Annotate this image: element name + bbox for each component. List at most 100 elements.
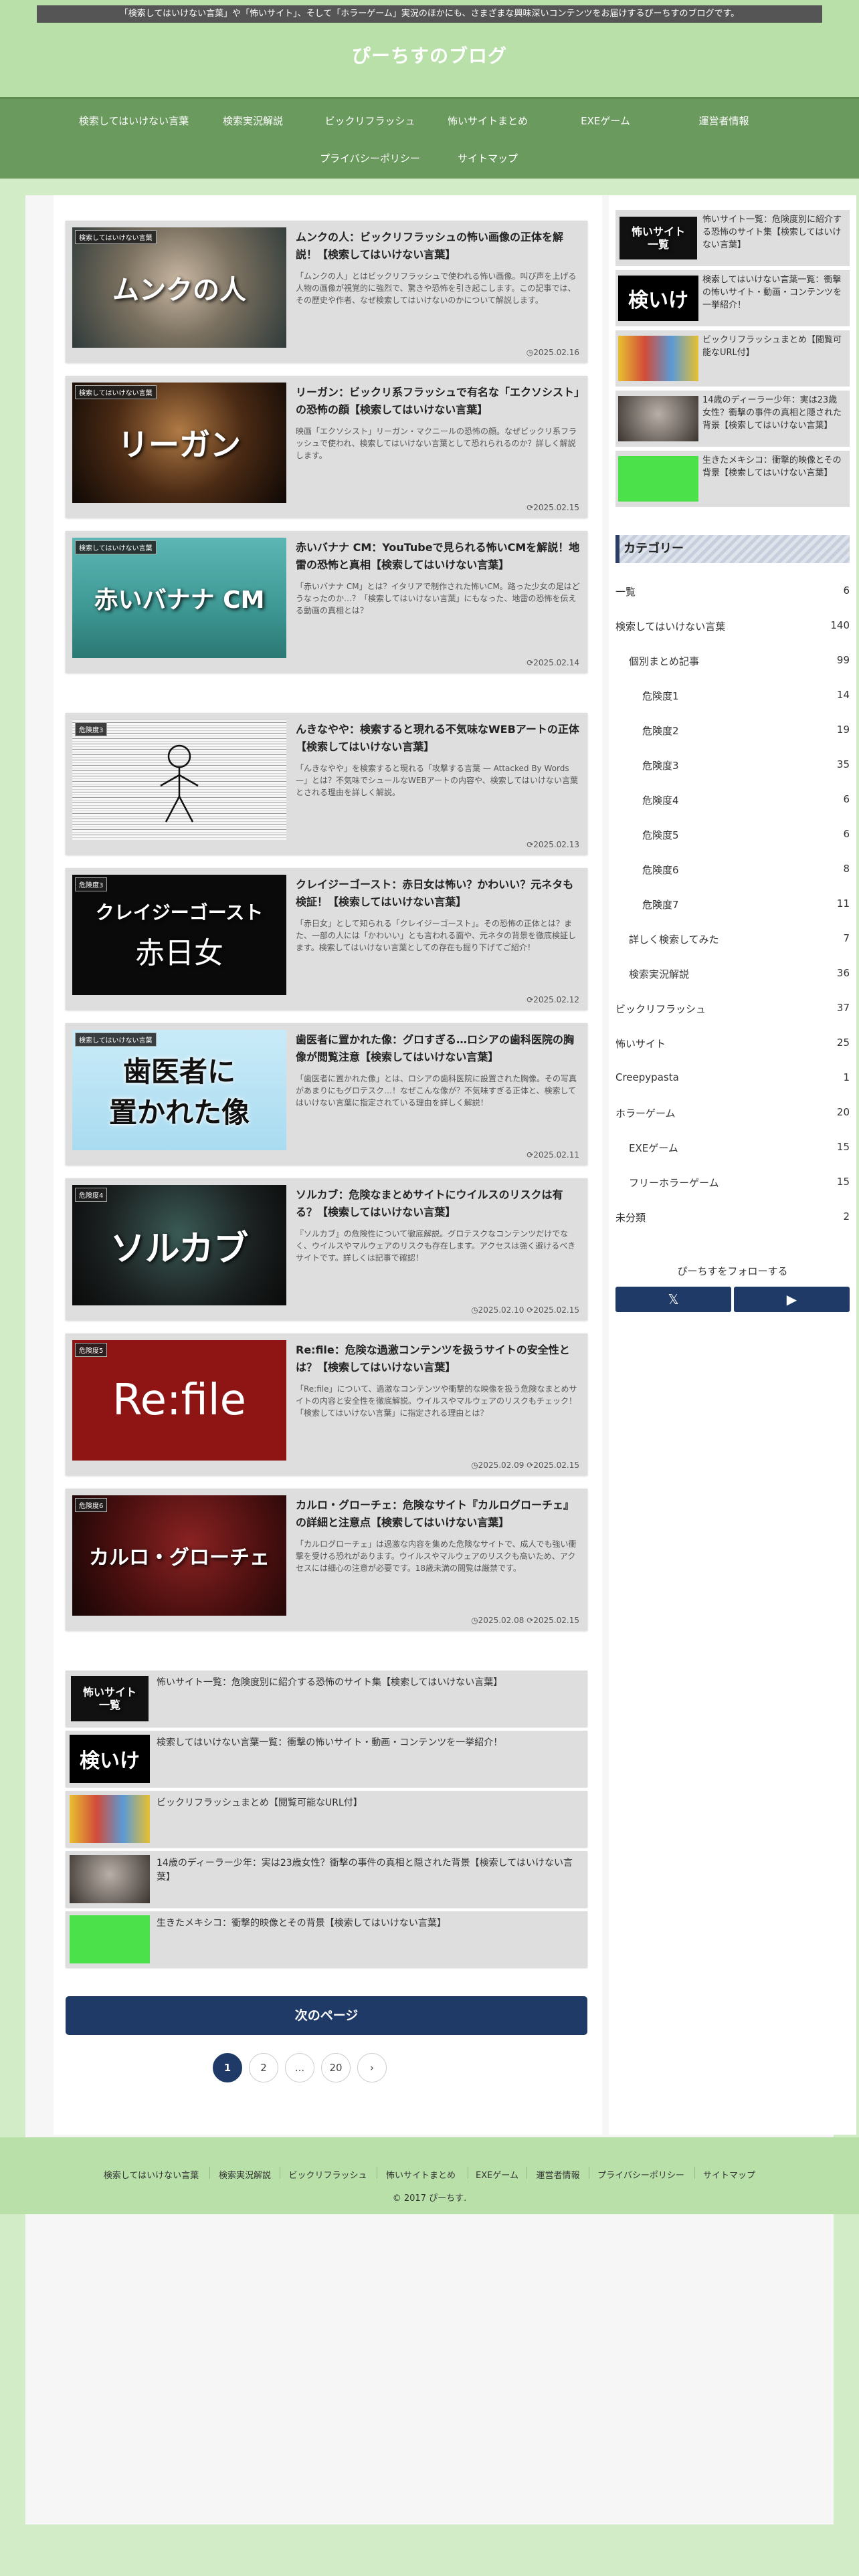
nav-item-exe-game[interactable]: EXEゲーム: [581, 114, 630, 128]
page-link-current[interactable]: 1: [213, 2053, 242, 2082]
post-thumbnail[interactable]: 検索してはいけない言葉 赤いバナナ CM: [72, 538, 286, 658]
post-thumbnail[interactable]: 検索してはいけない言葉 ムンクの人: [72, 227, 286, 348]
category-item[interactable]: 検索してはいけない言葉 140: [615, 619, 850, 637]
post-title[interactable]: 赤いバナナ CM：YouTubeで見られる怖いCMを解説！地雷の恐怖と真相【検索…: [296, 539, 580, 573]
category-item[interactable]: EXEゲーム 15: [629, 1141, 850, 1158]
related-title[interactable]: 怖いサイト一覧：危険度別に紹介する恐怖のサイト集【検索してはいけない言葉】: [157, 1676, 578, 1690]
site-title[interactable]: ぴーちすのブログ: [0, 41, 859, 68]
footer-link-kensaku[interactable]: 検索してはいけない言葉: [104, 2168, 199, 2181]
category-item[interactable]: 危険度2 19: [642, 724, 850, 741]
post-title[interactable]: 歯医者に置かれた像：グロすぎる…ロシアの歯科医院の胸像が閲覧注意【検索してはいけ…: [296, 1031, 580, 1065]
related-item[interactable]: 怖いサイト一覧 怖いサイト一覧：危険度別に紹介する恐怖のサイト集【検索してはいけ…: [66, 1671, 587, 1727]
post-title[interactable]: ムンクの人：ビックリフラッシュの怖い画像の正体を解説！【検索してはいけない言葉】: [296, 229, 580, 263]
category-item[interactable]: 未分類 2: [615, 1210, 850, 1228]
page-next-arrow[interactable]: ›: [357, 2053, 387, 2082]
nav-item-privacy[interactable]: プライバシーポリシー: [320, 151, 420, 165]
footer-link-jikkyo[interactable]: 検索実況解説: [219, 2168, 271, 2181]
category-item[interactable]: 危険度5 6: [642, 828, 850, 845]
category-item[interactable]: 検索実況解説 36: [629, 967, 850, 984]
sidebar-related-item[interactable]: 怖いサイト一覧 怖いサイト一覧：危険度別に紹介する恐怖のサイト集【検索してはいけ…: [615, 210, 850, 266]
related-thumbnail[interactable]: 怖いサイト一覧: [70, 1675, 150, 1723]
post-title[interactable]: リーガン：ビックリ系フラッシュで有名な「エクソシスト」の恐怖の顔【検索してはいけ…: [296, 384, 580, 418]
nav-item-jikkyo[interactable]: 検索実況解説: [223, 114, 283, 128]
sidebar-related-thumbnail[interactable]: [618, 396, 698, 441]
category-item[interactable]: 危険度1 14: [642, 689, 850, 706]
x-follow-button[interactable]: 𝕏: [615, 1287, 731, 1312]
category-item[interactable]: フリーホラーゲーム 15: [629, 1176, 850, 1193]
related-item[interactable]: 14歳のディーラー少年：実は23歳女性？衝撃の事件の真相と隠された背景【検索して…: [66, 1851, 587, 1907]
post-title[interactable]: Re:file：危険な過激コンテンツを扱うサイトの安全性とは？【検索してはいけな…: [296, 1341, 580, 1376]
footer-link-sitemap[interactable]: サイトマップ: [703, 2168, 755, 2181]
category-item[interactable]: 一覧 6: [615, 584, 850, 602]
nav-item-kowai-sites[interactable]: 怖いサイトまとめ: [448, 114, 528, 128]
category-tag[interactable]: 危険度4: [75, 1188, 108, 1202]
post-card[interactable]: 危険度3 んきなやや：検索すると現れる不気味なWEBアートの正体【検索してはいけ…: [66, 713, 587, 855]
nav-item-sitemap[interactable]: サイトマップ: [458, 151, 518, 165]
related-thumbnail[interactable]: [70, 1795, 150, 1843]
footer-link-about[interactable]: 運営者情報: [536, 2168, 579, 2181]
related-thumbnail[interactable]: [70, 1915, 150, 1963]
category-tag[interactable]: 危険度3: [75, 722, 108, 736]
sidebar-related-item[interactable]: 検いけ 検索してはいけない言葉一覧：衝撃の怖いサイト・動画・コンテンツを一挙紹介…: [615, 270, 850, 326]
post-thumbnail[interactable]: 検索してはいけない言葉 歯医者に 置かれた像: [72, 1030, 286, 1150]
sidebar-related-thumbnail[interactable]: [618, 456, 698, 502]
nav-item-about[interactable]: 運営者情報: [698, 114, 749, 128]
post-card[interactable]: 検索してはいけない言葉 ムンクの人 ムンクの人：ビックリフラッシュの怖い画像の正…: [66, 221, 587, 362]
category-item[interactable]: 危険度3 35: [642, 758, 850, 776]
post-thumbnail[interactable]: 危険度3 クレイジーゴースト 赤日女: [72, 875, 286, 995]
related-title[interactable]: 検索してはいけない言葉一覧：衝撃の怖いサイト・動画・コンテンツを一挙紹介！: [157, 1736, 578, 1750]
youtube-follow-button[interactable]: ▶: [734, 1287, 850, 1312]
category-tag[interactable]: 検索してはいけない言葉: [75, 230, 157, 244]
post-thumbnail[interactable]: 危険度5 Re:file: [72, 1340, 286, 1461]
related-thumbnail[interactable]: [70, 1855, 150, 1903]
post-card[interactable]: 危険度6 カルロ・グローチェ カルロ・グローチェ：危険なサイト『カルログローチェ…: [66, 1489, 587, 1630]
category-item[interactable]: 個別まとめ記事 99: [629, 654, 850, 671]
category-tag[interactable]: 検索してはいけない言葉: [75, 540, 157, 554]
category-item[interactable]: Creepypasta 1: [615, 1071, 850, 1089]
sidebar-related-title[interactable]: 怖いサイト一覧：危険度別に紹介する恐怖のサイト集【検索してはいけない言葉】: [702, 214, 846, 252]
category-item[interactable]: 怖いサイト 25: [615, 1037, 850, 1054]
category-tag[interactable]: 検索してはいけない言葉: [75, 1033, 157, 1047]
post-card[interactable]: 検索してはいけない言葉 歯医者に 置かれた像 歯医者に置かれた像：グロすぎる…ロ…: [66, 1023, 587, 1165]
category-item[interactable]: 危険度6 8: [642, 863, 850, 880]
footer-link-flash[interactable]: ビックリフラッシュ: [288, 2168, 367, 2181]
post-thumbnail[interactable]: 危険度6 カルロ・グローチェ: [72, 1495, 286, 1616]
page-link-last[interactable]: 20: [321, 2053, 351, 2082]
post-title[interactable]: クレイジーゴースト：赤日女は怖い？かわいい？元ネタも検証！【検索してはいけない言…: [296, 876, 580, 910]
related-title[interactable]: ビックリフラッシュまとめ【閲覧可能なURL付】: [157, 1796, 578, 1810]
sidebar-related-title[interactable]: 生きたメキシコ：衝撃的映像とその背景【検索してはいけない言葉】: [702, 455, 846, 480]
post-title[interactable]: カルロ・グローチェ：危険なサイト『カルログローチェ』の詳細と注意点【検索してはい…: [296, 1497, 580, 1531]
sidebar-related-item[interactable]: ビックリフラッシュまとめ【閲覧可能なURL付】: [615, 330, 850, 387]
sidebar-related-title[interactable]: ビックリフラッシュまとめ【閲覧可能なURL付】: [702, 334, 846, 360]
post-title[interactable]: んきなやや：検索すると現れる不気味なWEBアートの正体【検索してはいけない言葉】: [296, 721, 580, 755]
category-tag[interactable]: 危険度3: [75, 877, 108, 891]
category-item[interactable]: 危険度7 11: [642, 897, 850, 915]
category-tag[interactable]: 検索してはいけない言葉: [75, 385, 157, 399]
related-title[interactable]: 生きたメキシコ：衝撃的映像とその背景【検索してはいけない言葉】: [157, 1917, 578, 1931]
sidebar-related-item[interactable]: 14歳のディーラー少年：実は23歳女性？衝撃の事件の真相と隠された背景【検索して…: [615, 391, 850, 447]
category-tag[interactable]: 危険度6: [75, 1498, 108, 1512]
category-item[interactable]: ビックリフラッシュ 37: [615, 1002, 850, 1019]
sidebar-related-item[interactable]: 生きたメキシコ：衝撃的映像とその背景【検索してはいけない言葉】: [615, 451, 850, 507]
category-item[interactable]: 詳しく検索してみた 7: [629, 932, 850, 950]
post-thumbnail[interactable]: 危険度4 ソルカブ: [72, 1185, 286, 1305]
post-card[interactable]: 危険度4 ソルカブ ソルカブ：危険なまとめサイトにウイルスのリスクは有る？【検索…: [66, 1178, 587, 1320]
related-item[interactable]: ビックリフラッシュまとめ【閲覧可能なURL付】: [66, 1791, 587, 1847]
related-thumbnail[interactable]: 検いけ: [70, 1735, 150, 1783]
post-card[interactable]: 検索してはいけない言葉 赤いバナナ CM 赤いバナナ CM：YouTubeで見ら…: [66, 531, 587, 673]
post-card[interactable]: 危険度3 クレイジーゴースト 赤日女 クレイジーゴースト：赤日女は怖い？かわいい…: [66, 868, 587, 1010]
related-item[interactable]: 検いけ 検索してはいけない言葉一覧：衝撃の怖いサイト・動画・コンテンツを一挙紹介…: [66, 1731, 587, 1787]
nav-item-flash[interactable]: ビックリフラッシュ: [324, 114, 415, 128]
footer-link-exe-game[interactable]: EXEゲーム: [476, 2168, 518, 2181]
sidebar-related-thumbnail[interactable]: 怖いサイト一覧: [618, 215, 698, 261]
category-item[interactable]: 危険度4 6: [642, 793, 850, 811]
nav-item-kensaku[interactable]: 検索してはいけない言葉: [79, 114, 189, 128]
sidebar-related-thumbnail[interactable]: 検いけ: [618, 276, 698, 321]
post-thumbnail[interactable]: 危険度3: [72, 720, 286, 840]
category-item[interactable]: ホラーゲーム 20: [615, 1106, 850, 1123]
next-page-button[interactable]: 次のページ: [66, 1996, 587, 2035]
related-title[interactable]: 14歳のディーラー少年：実は23歳女性？衝撃の事件の真相と隠された背景【検索して…: [157, 1856, 578, 1885]
sidebar-related-title[interactable]: 検索してはいけない言葉一覧：衝撃の怖いサイト・動画・コンテンツを一挙紹介！: [702, 274, 846, 312]
footer-link-privacy[interactable]: プライバシーポリシー: [597, 2168, 684, 2181]
footer-link-kowai-sites[interactable]: 怖いサイトまとめ: [386, 2168, 456, 2181]
